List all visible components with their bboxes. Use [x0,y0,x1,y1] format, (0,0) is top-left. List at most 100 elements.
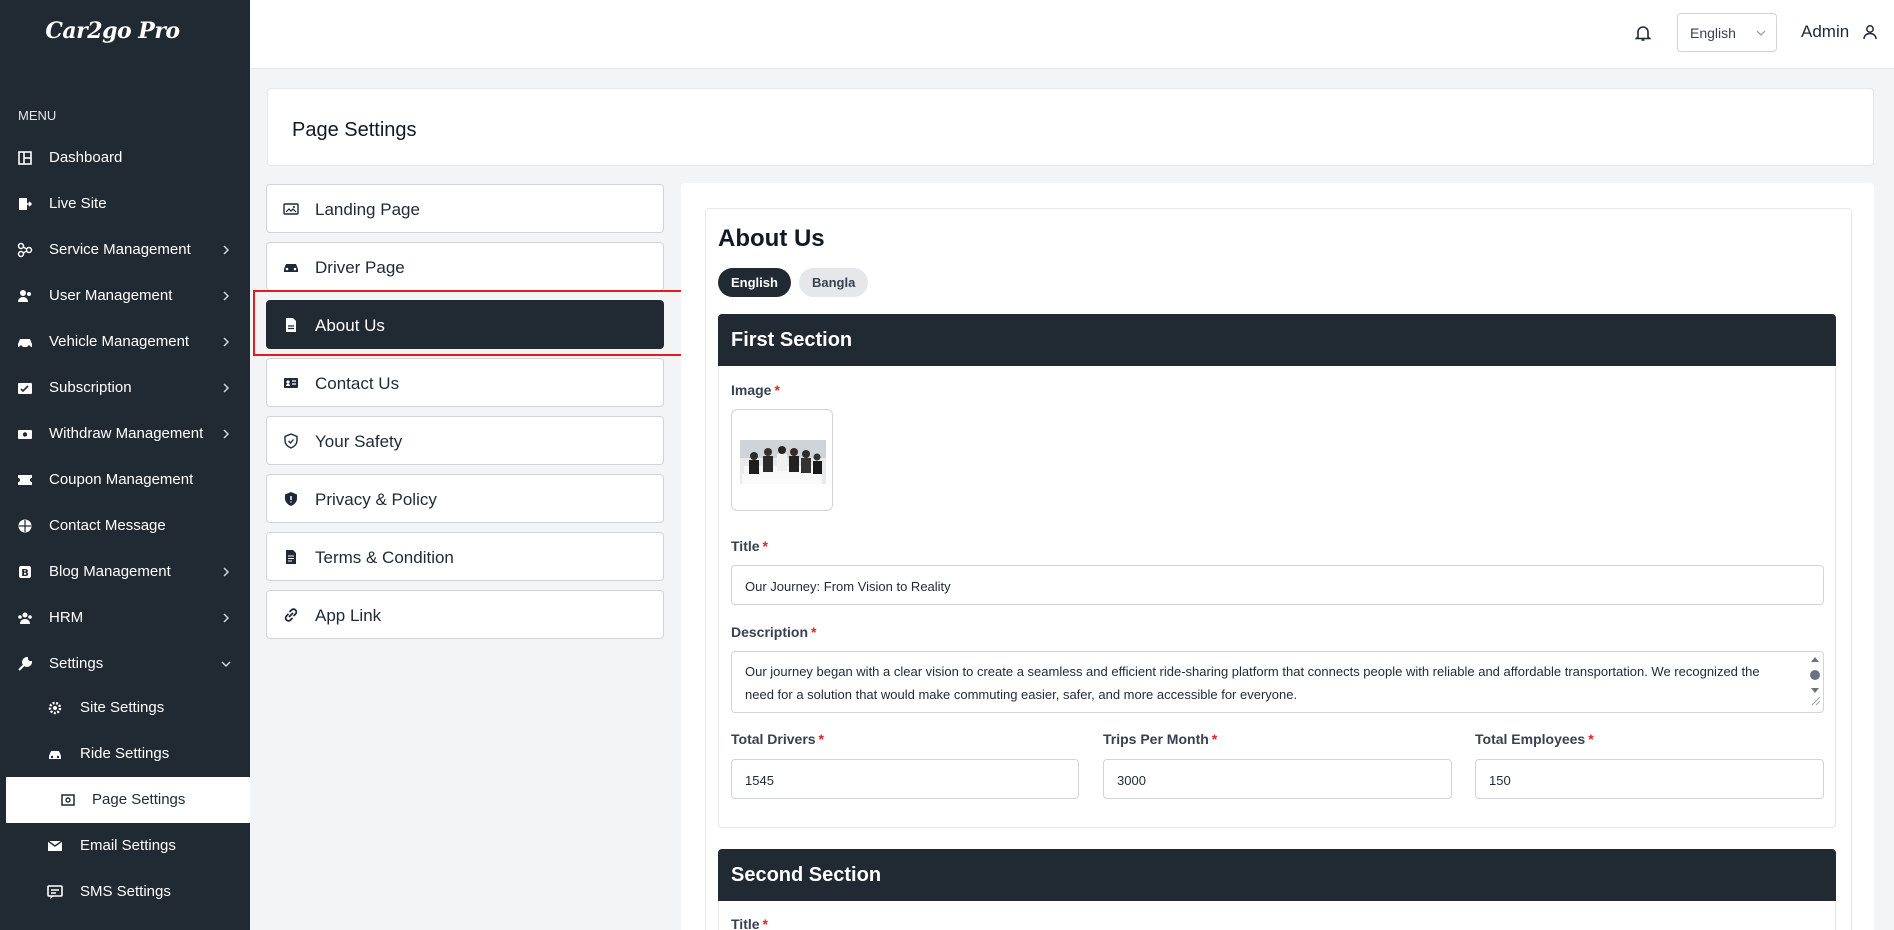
sidebar-subitem-ride-settings[interactable]: Ride Settings [0,731,250,777]
sidebar-item-hrm[interactable]: HRM [0,595,250,641]
file-text-icon [286,550,296,564]
lang-tab-bangla[interactable]: Bangla [799,268,869,297]
user-icon[interactable] [1862,24,1878,40]
sidebar-item-label: SMS Settings [80,883,171,900]
sidebar-item-live-site[interactable]: Live Site [0,181,250,227]
total-drivers-input[interactable]: 1545 [731,759,1079,799]
sidebar-item-label: Email Settings [80,837,176,854]
sms-icon [47,885,63,899]
total-drivers-label-text: Total Drivers [731,731,816,747]
chevron-right-icon [223,567,230,577]
second-title-label: Title * [731,916,768,930]
title-input-value: Our Journey: From Vision to Reality [745,579,951,594]
title-label: Title * [731,538,768,554]
tab-landing-page[interactable]: Landing Page [266,184,664,233]
trips-per-month-value: 3000 [1117,773,1146,788]
sidebar-item-settings[interactable]: Settings [0,641,250,687]
sidebar-subitem-email-settings[interactable]: Email Settings [0,823,250,869]
title-input[interactable]: Our Journey: From Vision to Reality [731,565,1824,605]
chevron-right-icon [223,383,230,393]
user-name[interactable]: Admin [1801,22,1849,42]
sidebar-item-label: Page Settings [92,791,186,808]
link-icon [284,608,298,622]
tab-label: Landing Page [315,200,420,219]
chevron-right-icon [223,429,230,439]
total-employees-value: 150 [1489,773,1511,788]
image-card-icon [283,203,299,215]
shield-icon [284,433,298,449]
sidebar-subitem-site-settings[interactable]: Site Settings [0,685,250,731]
sidebar-item-label: Service Management [49,241,191,258]
sidebar-item-coupon-management[interactable]: Coupon Management [0,457,250,503]
page-title: Page Settings [292,119,417,141]
sidebar-item-label: Contact Message [49,517,166,534]
tab-privacy-policy[interactable]: Privacy & Policy [266,474,664,523]
required-mark: * [811,624,817,640]
svg-text:B: B [21,568,29,579]
image-upload[interactable] [731,409,833,511]
tab-terms-condition[interactable]: Terms & Condition [266,532,664,581]
lang-tab-english[interactable]: English [718,268,791,297]
first-section-title: First Section [731,329,853,351]
team-icon [18,612,32,624]
sidebar-item-subscription[interactable]: Subscription [0,365,250,411]
tab-about-us[interactable]: About Us [266,300,664,349]
sidebar-item-label: HRM [49,609,84,626]
tab-your-safety[interactable]: Your Safety [266,416,664,465]
required-mark: * [762,916,768,930]
sidebar-subitem-page-settings[interactable]: Page Settings [6,777,250,823]
service-icon [17,242,33,258]
sidebar-item-label: Settings [49,655,104,672]
page-icon [61,794,75,806]
trips-per-month-input[interactable]: 3000 [1103,759,1452,799]
sidebar-item-user-management[interactable]: User Management [0,273,250,319]
sidebar-item-vehicle-management[interactable]: Vehicle Management [0,319,250,365]
shield-solid-icon [285,492,297,506]
chevron-right-icon [223,291,230,301]
trips-per-month-label-text: Trips Per Month [1103,731,1209,747]
tab-driver-page[interactable]: Driver Page [266,242,664,291]
required-mark: * [818,731,824,747]
dashboard-icon [18,151,32,165]
sidebar-subitem-sms-settings[interactable]: SMS Settings [0,869,250,915]
sidebar-item-label: Subscription [49,379,132,396]
sidebar-item-service-management[interactable]: Service Management [0,227,250,273]
textarea-scrollbar[interactable] [1809,655,1821,707]
blog-icon: B [19,566,31,579]
menu-label: MENU [18,108,57,123]
title-label-text: Title [731,538,760,554]
gear-icon [48,701,62,715]
language-select[interactable]: English [1677,13,1777,52]
sidebar-item-label: Site Settings [80,699,165,716]
car-icon [49,751,61,759]
total-drivers-value: 1545 [745,773,774,788]
sidebar-item-label: User Management [49,287,173,304]
tab-app-link[interactable]: App Link [266,590,664,639]
second-section-title: Second Section [731,864,882,886]
sidebar: Car2go Pro MENU Dashboard Live Site Serv… [0,0,250,930]
bell-icon[interactable] [1634,24,1652,42]
car-icon [18,339,32,349]
sidebar-item-dashboard[interactable]: Dashboard [0,135,250,181]
image-label: Image * [731,382,780,398]
total-employees-input[interactable]: 150 [1475,759,1824,799]
users-icon [18,290,31,302]
sidebar-item-contact-message[interactable]: Contact Message [0,503,250,549]
tab-label: Terms & Condition [315,548,454,567]
first-section-header: First Section [718,314,1836,366]
app-logo[interactable]: Car2go Pro [0,18,225,44]
sidebar-item-blog-management[interactable]: B Blog Management [0,549,250,595]
car-icon [284,264,298,272]
tab-contact-us[interactable]: Contact Us [266,358,664,407]
description-label-text: Description [731,624,809,640]
description-textarea[interactable]: Our journey began with a clear vision to… [731,651,1824,713]
tab-label: App Link [315,606,382,625]
globe-icon [18,519,32,533]
image-label-text: Image [731,382,772,398]
sidebar-item-withdraw-management[interactable]: Withdraw Management [0,411,250,457]
chevron-down-icon [1756,30,1766,36]
section-heading: About Us [718,225,825,252]
chevron-down-icon [221,661,231,668]
document-icon [286,318,296,332]
sidebar-item-label: Live Site [49,195,107,212]
